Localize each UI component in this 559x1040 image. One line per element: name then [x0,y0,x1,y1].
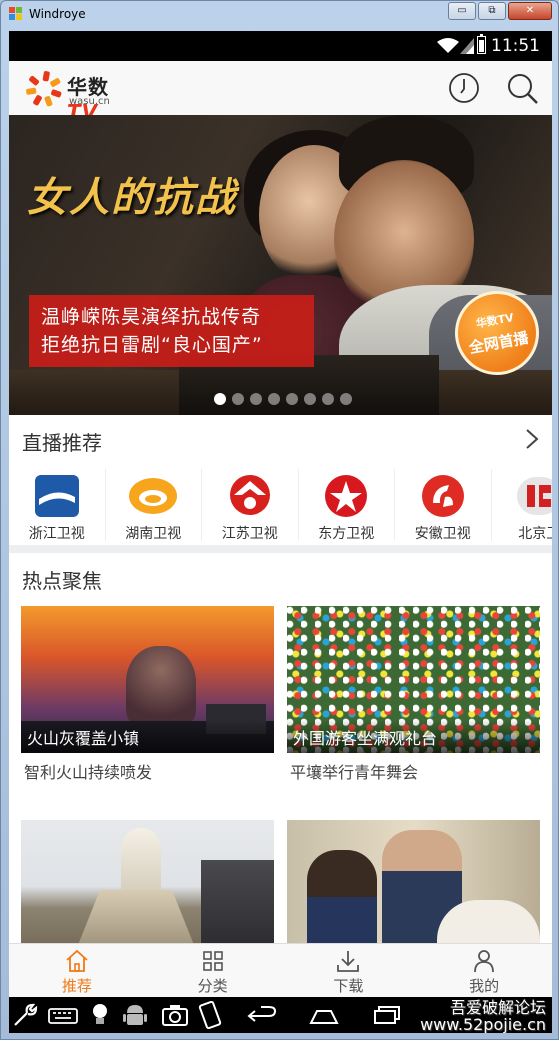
tab-recommend[interactable]: 推荐 [9,944,145,997]
carousel-dot[interactable] [214,393,226,405]
carousel-dot[interactable] [250,393,262,405]
forum-watermark: 吾爱破解论坛 www.52pojie.cn [420,999,546,1033]
live-section: 直播推荐 浙江卫视 湖南卫视 江苏卫视 东方卫视 安徽卫视 北京 [9,415,552,545]
channel-item[interactable]: 北京卫 [492,469,552,542]
carousel-dot[interactable] [268,393,280,405]
watermark-line: 吾爱破解论坛 [449,998,546,1017]
wasu-logo[interactable]: 华数TV wasu.cn [25,69,135,124]
wrench-icon[interactable] [11,1001,39,1029]
bottom-tab-bar: 推荐 分类 下载 我的 [9,943,552,997]
channel-item[interactable]: 湖南卫视 [106,469,202,542]
rotate-screen-icon[interactable] [195,1001,225,1029]
card-overlay-title: 火山灰覆盖小镇 [27,729,140,748]
beijing-tv-logo-icon [517,477,552,515]
channel-name: 江苏卫视 [221,526,278,542]
hot-focus-section: 热点聚焦 火山灰覆盖小镇 智利火山持续喷发 外国游客坐满观礼台 平壤举行青年舞会 [9,553,552,967]
window-titlebar[interactable]: Windroye ▭ ⧉ ✕ [1,1,558,29]
window-title: Windroye [29,7,86,21]
channel-name: 东方卫视 [318,526,375,542]
channel-item[interactable]: 江苏卫视 [202,469,299,542]
card-overlay: 火山灰覆盖小镇 [21,719,274,753]
restore-button[interactable]: ⧉ [478,2,506,20]
tab-label: 下载 [333,977,364,995]
history-clock-icon[interactable] [447,71,481,105]
channel-name: 北京卫 [518,526,552,542]
dance-thumbnail: 外国游客坐满观礼台 [287,606,540,753]
banner-show-title: 女人的抗战 [27,174,237,221]
recent-apps-icon[interactable] [371,1001,401,1029]
section-title: 直播推荐 [22,431,102,455]
channel-item[interactable]: 安徽卫视 [395,469,492,542]
phone-screen: 11:51 华数TV wasu.cn 女人的抗战 温峥嵘陈昊演绎抗战传奇 拒绝抗… [9,31,552,1033]
carousel-dot[interactable] [340,393,352,405]
dragon-tv-logo-icon [325,475,368,517]
hot-section-header: 热点聚焦 [9,553,552,601]
tab-label: 我的 [469,977,500,995]
carousel-dot[interactable] [232,393,244,405]
user-icon [474,950,495,973]
wifi-icon [437,38,459,53]
keyboard-icon[interactable] [47,1001,79,1029]
wasu-sun-icon [26,71,62,107]
carousel-dot[interactable] [322,393,334,405]
emulator-window: Windroye ▭ ⧉ ✕ 11:51 华数TV wasu.cn 女人的抗战 … [0,0,559,1040]
watermark-line: www.52pojie.cn [420,1015,546,1033]
download-icon [337,951,360,972]
home-icon [66,949,88,972]
camera-icon[interactable] [161,1001,189,1029]
tab-label: 推荐 [61,977,92,995]
zhejiang-tv-logo-icon [34,475,79,517]
channel-list: 浙江卫视 湖南卫视 江苏卫视 东方卫视 安徽卫视 北京 [9,469,552,545]
search-icon[interactable] [505,71,539,105]
carousel-dot[interactable] [304,393,316,405]
channel-name: 浙江卫视 [28,526,85,542]
card-overlay-title: 外国游客坐满观礼台 [293,729,438,748]
card-overlay: 外国游客坐满观礼台 [287,719,540,753]
battery-icon [477,34,486,54]
channel-name: 安徽卫视 [414,526,471,542]
stupa-base [76,890,196,950]
back-icon[interactable] [247,1001,277,1029]
card-subtitle: 平壤举行青年舞会 [290,763,419,782]
hunan-tv-logo-icon [129,478,178,514]
windroye-logo-icon [9,7,23,21]
tab-label: 分类 [197,977,228,995]
banner-caption: 温峥嵘陈昊演绎抗战传奇 拒绝抗日雷剧“良心国产” [29,295,314,367]
android-nav-bar: 吾爱破解论坛 www.52pojie.cn [9,997,552,1033]
live-section-header[interactable]: 直播推荐 [9,415,552,463]
signal-icon [460,38,474,54]
section-divider [9,545,552,553]
jiangsu-tv-logo-icon [229,475,270,515]
tab-mine[interactable]: 我的 [416,944,552,997]
channel-item[interactable]: 浙江卫视 [9,469,106,542]
carousel-indicator[interactable] [214,393,352,405]
banner-caption-line: 拒绝抗日雷剧“良心国产” [41,334,263,356]
home-nav-icon[interactable] [309,1001,339,1029]
app-header: 华数TV wasu.cn [9,61,552,124]
channel-name: 湖南卫视 [125,526,182,542]
android-robot-icon[interactable] [121,1001,149,1029]
clock: 11:51 [491,36,540,56]
section-title: 热点聚焦 [22,569,102,593]
minimize-button[interactable]: ▭ [448,2,476,20]
tab-download[interactable]: 下载 [281,944,417,997]
channel-item[interactable]: 东方卫视 [299,469,395,542]
carousel-dot[interactable] [286,393,298,405]
banner-caption-line: 温峥嵘陈昊演绎抗战传奇 [41,306,262,328]
volcano-plume [126,646,196,726]
lightbulb-icon[interactable] [89,1001,111,1029]
banner-carousel[interactable]: 女人的抗战 温峥嵘陈昊演绎抗战传奇 拒绝抗日雷剧“良心国产” 华数TV 全网首播 [9,115,552,415]
volcano-thumbnail: 火山灰覆盖小镇 [21,606,274,753]
close-button[interactable]: ✕ [508,2,552,20]
card-subtitle: 智利火山持续喷发 [24,763,153,782]
anhui-tv-logo-icon [421,475,464,517]
grid-icon [202,951,223,971]
tab-category[interactable]: 分类 [145,944,281,997]
status-bar: 11:51 [9,31,552,61]
chevron-right-icon[interactable] [524,428,540,450]
logo-domain: wasu.cn [69,96,110,107]
